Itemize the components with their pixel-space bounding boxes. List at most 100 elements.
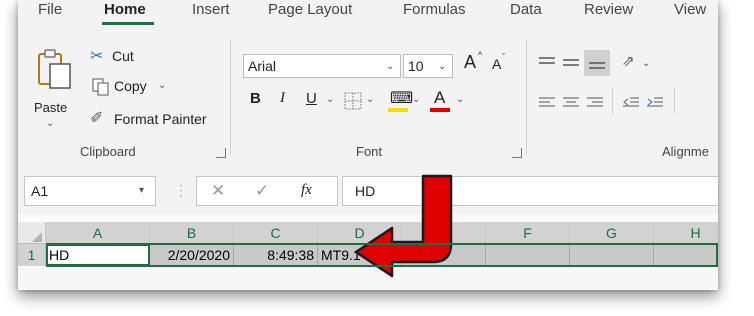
column-header-c[interactable]: C — [234, 222, 318, 244]
chevron-down-icon: ⌄ — [412, 94, 421, 105]
decrease-indent-icon[interactable] — [622, 96, 640, 110]
font-color-swatch — [430, 108, 450, 112]
clipboard-group-label: Clipboard — [80, 144, 136, 159]
formula-input[interactable]: HD — [342, 176, 718, 206]
orientation-dropdown-icon[interactable]: ⌄ — [642, 58, 650, 69]
borders-icon[interactable] — [344, 92, 362, 110]
fill-color-swatch — [388, 108, 408, 112]
chevron-down-icon: ⌄ — [386, 61, 395, 72]
align-bottom-icon — [589, 62, 605, 69]
column-header-g[interactable]: G — [570, 222, 654, 244]
align-right-icon[interactable] — [586, 96, 604, 110]
column-header-e[interactable]: E — [402, 222, 486, 244]
enter-check-icon[interactable]: ✓ — [255, 181, 269, 201]
format-painter-label: Format Painter — [114, 111, 207, 127]
grow-caret-icon: ^ — [478, 50, 483, 60]
paste-label: Paste — [34, 100, 68, 115]
align-center-icon[interactable] — [562, 96, 580, 110]
tab-review[interactable]: Review — [584, 1, 633, 18]
paintbrush-icon: ✐ — [90, 110, 104, 127]
align-middle-icon[interactable] — [562, 56, 580, 70]
font-name-value: Arial — [248, 58, 277, 74]
cell-f1[interactable] — [486, 244, 570, 266]
tab-home[interactable]: Home — [104, 1, 146, 18]
cut-label: Cut — [112, 48, 134, 64]
column-header-b[interactable]: B — [150, 222, 234, 244]
cancel-icon[interactable]: ✕ — [211, 181, 225, 201]
font-launcher-icon[interactable] — [512, 148, 522, 158]
align-bottom-button[interactable] — [584, 50, 610, 76]
paste-dropdown-icon[interactable]: ⌄ — [46, 118, 54, 129]
font-group-label: Font — [356, 144, 383, 159]
font-color-button[interactable]: A ⌄ — [428, 88, 464, 116]
italic-button[interactable]: I — [280, 90, 285, 107]
cell-c1[interactable]: 8:49:38 — [234, 244, 318, 266]
orientation-icon[interactable]: ⇗ — [622, 52, 635, 70]
format-painter-button[interactable]: ✐ Format Painter — [90, 108, 220, 130]
clipboard-launcher-icon[interactable] — [216, 148, 226, 158]
column-header-h[interactable]: H — [654, 222, 718, 244]
column-header-f[interactable]: F — [486, 222, 570, 244]
borders-dropdown-icon[interactable]: ⌄ — [366, 94, 374, 105]
select-all-corner[interactable] — [18, 222, 46, 244]
name-box[interactable]: A1 ▾ — [24, 176, 156, 206]
font-color-icon: A — [434, 88, 446, 107]
copy-button[interactable]: Copy ⌄ — [90, 76, 180, 98]
cell-h1[interactable] — [654, 244, 718, 266]
tab-insert[interactable]: Insert — [192, 1, 230, 18]
chevron-down-icon: ⌄ — [438, 61, 447, 72]
cut-button[interactable]: ✂ Cut — [90, 46, 160, 68]
scissors-icon: ✂ — [90, 48, 104, 65]
underline-dropdown-icon[interactable]: ⌄ — [326, 94, 334, 105]
copy-icon — [92, 78, 109, 96]
font-size-value: 10 — [408, 58, 424, 74]
group-separator — [674, 88, 675, 114]
cell-d1[interactable]: MT9.1 — [318, 244, 402, 266]
chevron-down-icon: ▾ — [139, 185, 145, 196]
font-size-select[interactable]: 10 ⌄ — [403, 54, 453, 78]
shrink-caret-icon: ˇ — [502, 52, 505, 62]
more-options-icon[interactable]: ⋮ — [174, 182, 188, 199]
cell-a1[interactable]: HD — [46, 244, 150, 266]
group-separator — [526, 40, 527, 155]
copy-dropdown-icon[interactable]: ⌄ — [158, 80, 166, 91]
increase-font-size-icon[interactable]: A — [464, 52, 476, 73]
bold-button[interactable]: B — [250, 90, 261, 107]
tab-file[interactable]: File — [38, 1, 62, 18]
align-top-icon[interactable] — [538, 56, 556, 70]
formula-bar: A1 ▾ ⋮ ✕ ✓ fx HD — [18, 166, 718, 214]
paste-button[interactable]: Paste ⌄ — [28, 36, 78, 131]
formula-input-value: HD — [355, 183, 376, 199]
decrease-font-size-icon[interactable]: A — [492, 56, 501, 72]
tab-data[interactable]: Data — [510, 1, 542, 18]
group-separator — [230, 40, 231, 155]
excel-window: File Home Insert Page Layout Formulas Da… — [18, 0, 718, 290]
cell-g1[interactable] — [570, 244, 654, 266]
ribbon-tabs: File Home Insert Page Layout Formulas Da… — [18, 0, 718, 26]
alignment-group-label: Alignme — [662, 144, 709, 159]
tab-page-layout[interactable]: Page Layout — [268, 1, 352, 18]
font-name-select[interactable]: Arial ⌄ — [243, 54, 401, 78]
row-header-1[interactable]: 1 — [18, 244, 46, 266]
cell-b1[interactable]: 2/20/2020 — [150, 244, 234, 266]
ribbon-home: Paste ⌄ ✂ Cut Copy ⌄ ✐ Format Painter Cl… — [18, 26, 718, 167]
fill-color-button[interactable]: ⌨ ⌄ — [386, 88, 422, 116]
chevron-down-icon: ⌄ — [456, 94, 465, 105]
column-header-d[interactable]: D — [318, 222, 402, 244]
paint-bucket-icon: ⌨ — [390, 90, 414, 107]
increase-indent-icon[interactable] — [646, 96, 664, 110]
paste-icon — [38, 49, 71, 89]
formula-controls: ✕ ✓ fx — [196, 176, 338, 206]
active-tab-indicator — [102, 22, 154, 25]
empty-rows-area — [18, 268, 718, 290]
tab-formulas[interactable]: Formulas — [403, 1, 466, 18]
column-header-a[interactable]: A — [46, 222, 150, 244]
align-left-icon[interactable] — [538, 96, 556, 110]
cell-e1[interactable] — [402, 244, 486, 266]
select-all-triangle-icon — [32, 232, 42, 242]
name-box-value: A1 — [31, 183, 49, 199]
copy-label: Copy — [114, 78, 147, 94]
insert-function-button[interactable]: fx — [301, 182, 312, 199]
tab-view[interactable]: View — [674, 1, 706, 18]
underline-button[interactable]: U — [306, 90, 317, 107]
